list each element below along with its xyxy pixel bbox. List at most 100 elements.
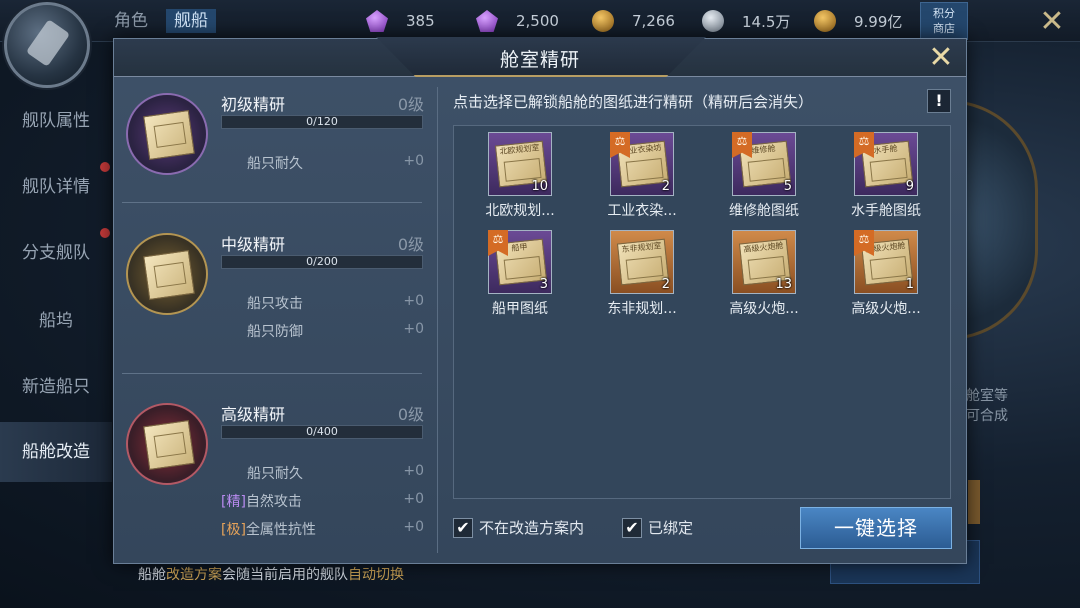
- purple-gem-icon: [476, 10, 498, 32]
- checkbox-checked-icon[interactable]: ✔: [453, 517, 473, 538]
- purple-gem-icon: [366, 10, 388, 32]
- stat-name: 船只耐久: [247, 156, 303, 172]
- advanced-blueprint-icon: [126, 403, 208, 485]
- dialog-title: 舱室精研: [499, 49, 580, 71]
- cabin-research-dialog: 舱室精研 ✕ 初级精研 0级 0/120 船只耐久 +0 中级精研 0级 0/2…: [113, 37, 967, 564]
- tab-ship[interactable]: 舰船: [166, 9, 216, 33]
- blueprint-icon[interactable]: 北欧规划室 10: [488, 132, 552, 196]
- hint-line: 可合成: [966, 408, 1008, 424]
- note-highlight: 自动切换: [348, 567, 404, 583]
- ship-emblem-icon: [4, 2, 90, 88]
- stat-value: +0: [403, 463, 424, 479]
- tier-name: 中级精研: [221, 235, 286, 254]
- checkbox-checked-icon[interactable]: ✔: [622, 517, 642, 538]
- scroll-icon: [143, 420, 195, 470]
- blueprint-count: 3: [539, 277, 548, 292]
- resource-value: 2,500: [516, 12, 559, 30]
- blueprint-icon[interactable]: 高级火炮舱 ⚖ 1: [854, 230, 918, 294]
- blueprint-icon[interactable]: 船甲 ⚖ 3: [488, 230, 552, 294]
- notification-dot: [100, 228, 110, 238]
- stat-value: +0: [403, 519, 424, 535]
- stat-name: 船只耐久: [247, 466, 303, 482]
- blueprint-item[interactable]: 工业衣染坊 ⚖ 2 工业衣染...: [590, 132, 694, 230]
- resource-gold-2[interactable]: 9.99亿: [814, 10, 902, 32]
- scroll-icon: [143, 110, 195, 160]
- blueprint-item[interactable]: 高级火炮舱 ⚖ 1 高级火炮...: [834, 230, 938, 328]
- divider: [122, 373, 422, 374]
- sidebar-item-dock[interactable]: 船坞: [0, 306, 112, 336]
- blueprint-name: 高级火炮...: [729, 301, 799, 317]
- resource-value: 7,266: [632, 12, 675, 30]
- sidebar-item-new-ship[interactable]: 新造船只: [0, 372, 112, 402]
- checkbox-label: 不在改造方案内: [479, 519, 585, 537]
- blueprint-count: 2: [661, 179, 670, 194]
- blueprint-icon[interactable]: 工业衣染坊 ⚖ 2: [610, 132, 674, 196]
- note-text: 会随当前启用的舰队: [222, 567, 348, 583]
- blueprint-count: 13: [775, 277, 792, 292]
- blueprint-name: 北欧规划...: [485, 203, 555, 219]
- intermediate-blueprint-icon: [126, 233, 208, 315]
- sidebar-item-fleet-attributes[interactable]: 舰队属性: [0, 106, 112, 136]
- stat-value: +0: [403, 491, 424, 507]
- stat-value: +0: [403, 321, 424, 337]
- dialog-header: 舱室精研 ✕: [114, 37, 966, 77]
- resource-value: 9.99亿: [854, 12, 903, 31]
- tier-level: 0级: [397, 95, 424, 114]
- progress-bar: 0/120: [221, 115, 423, 129]
- hint-line: 舱室等: [966, 388, 1008, 404]
- silver-coin-icon: [702, 10, 724, 32]
- resource-value: 14.5万: [742, 12, 791, 31]
- basic-blueprint-icon: [126, 93, 208, 175]
- blueprint-count: 1: [905, 277, 914, 292]
- checkbox-label: 已绑定: [648, 519, 694, 537]
- resource-gold[interactable]: 7,266: [592, 10, 675, 32]
- notification-dot: [100, 162, 110, 172]
- resource-gem-2[interactable]: 2,500: [476, 10, 559, 32]
- stat-value: +0: [403, 153, 424, 169]
- resource-bar: 角色 舰船 385 2,500 7,266 14.5万 9.99亿 积分 商店 …: [0, 0, 1080, 42]
- tier-name: 高级精研: [221, 405, 286, 424]
- blueprint-item[interactable]: 维修舱 ⚖ 5 维修舱图纸: [712, 132, 816, 230]
- close-icon[interactable]: ✕: [926, 43, 956, 73]
- blueprint-count: 10: [531, 179, 548, 194]
- blueprint-item[interactable]: 北欧规划室 10 北欧规划...: [468, 132, 572, 230]
- checkbox-bound[interactable]: ✔ 已绑定: [622, 517, 693, 538]
- tier-level: 0级: [397, 405, 424, 424]
- resource-value: 385: [406, 12, 435, 30]
- stat-name: 船只防御: [247, 324, 303, 340]
- one-click-select-button[interactable]: 一键选择: [800, 507, 952, 549]
- blueprint-item[interactable]: 高级火炮舱 13 高级火炮...: [712, 230, 816, 328]
- background-hint-text: 舱室等 可合成: [966, 386, 1008, 426]
- close-icon[interactable]: ✕: [1024, 0, 1080, 46]
- blueprint-count: 9: [905, 179, 914, 194]
- blueprint-name: 东非规划...: [607, 301, 677, 317]
- progress-bar: 0/200: [221, 255, 423, 269]
- blueprint-item[interactable]: 水手舱 ⚖ 9 水手舱图纸: [834, 132, 938, 230]
- sidebar-item-branch-fleet[interactable]: 分支舰队: [0, 238, 112, 268]
- resource-gem-1[interactable]: 385: [366, 10, 435, 32]
- column-divider: [437, 87, 438, 553]
- blueprint-icon[interactable]: 高级火炮舱 13: [732, 230, 796, 294]
- note-text: 船舱: [138, 567, 166, 583]
- blueprint-item[interactable]: 东非规划室 2 东非规划...: [590, 230, 694, 328]
- sidebar-item-fleet-details[interactable]: 舰队详情: [0, 172, 112, 202]
- resource-silver[interactable]: 14.5万: [702, 10, 790, 32]
- progress-text: 0/200: [306, 255, 338, 268]
- gold-coin-icon: [592, 10, 614, 32]
- blueprint-item[interactable]: 船甲 ⚖ 3 船甲图纸: [468, 230, 572, 328]
- points-shop-button[interactable]: 积分 商店: [920, 2, 968, 40]
- blueprint-name: 水手舱图纸: [851, 203, 921, 219]
- tier-level: 0级: [397, 235, 424, 254]
- blueprint-count: 2: [661, 277, 670, 292]
- info-button[interactable]: !: [927, 89, 951, 113]
- quality-tag: [极]: [221, 522, 246, 538]
- quality-tag: [精]: [221, 494, 246, 510]
- sidebar-item-cabin-modify[interactable]: 船舱改造: [0, 422, 112, 482]
- blueprint-icon[interactable]: 水手舱 ⚖ 9: [854, 132, 918, 196]
- tab-character[interactable]: 角色: [106, 9, 156, 33]
- blueprint-icon[interactable]: 东非规划室 2: [610, 230, 674, 294]
- instruction-text: 点击选择已解锁船舱的图纸进行精研（精研后会消失）: [453, 93, 814, 111]
- blueprint-icon[interactable]: 维修舱 ⚖ 5: [732, 132, 796, 196]
- blueprint-name: 船甲图纸: [492, 301, 548, 317]
- checkbox-not-in-plan[interactable]: ✔ 不在改造方案内: [453, 517, 584, 538]
